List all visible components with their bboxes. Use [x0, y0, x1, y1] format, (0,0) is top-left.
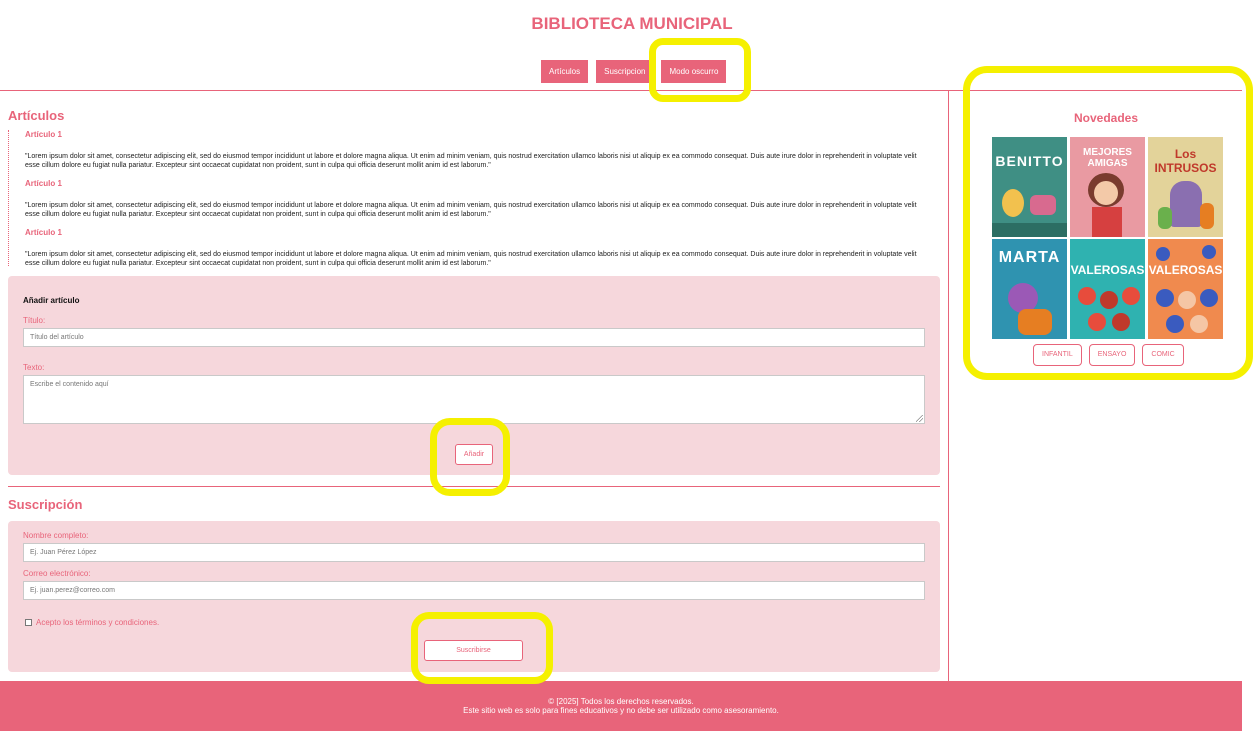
book-cover[interactable]: VALEROSAS [1070, 239, 1145, 339]
article-item: Artículo 1 "Lorem ipsum dolor sit amet, … [25, 130, 940, 179]
footer-copyright: © [2025] Todos los derechos reservados. [548, 697, 694, 706]
footer: © [2025] Todos los derechos reservados. … [0, 681, 1242, 731]
text-label: Texto: [23, 363, 45, 372]
terms-label[interactable]: Acepto los términos y condiciones. [36, 618, 159, 627]
site-title: BIBLIOTECA MUNICIPAL [531, 14, 733, 33]
article-text: "Lorem ipsum dolor sit amet, consectetur… [25, 202, 917, 218]
book-cover-title: BENITTO [995, 153, 1064, 169]
book-covers-grid: BENITTO MEJORES AMIGAS Los INTRUSOS MART… [992, 137, 1223, 339]
section-divider [8, 486, 940, 487]
book-cover[interactable]: VALEROSAS [1148, 239, 1223, 339]
subscribe-button[interactable]: Suscribirse [424, 640, 523, 661]
article-title: Artículo 1 [25, 228, 62, 237]
email-label: Correo electrónico: [23, 569, 91, 578]
article-text: "Lorem ipsum dolor sit amet, consectetur… [25, 251, 917, 267]
article-text-placeholder: Escribe el contenido aquí [30, 381, 109, 388]
category-comic-button[interactable]: COMIC [1142, 344, 1184, 366]
add-article-button[interactable]: Añadir [455, 444, 493, 465]
column-divider [948, 90, 949, 681]
category-buttons: INFANTIL ENSAYO COMIC [1033, 344, 1184, 366]
book-cover[interactable]: BENITTO [992, 137, 1067, 237]
book-cover[interactable]: MARTA [992, 239, 1067, 339]
dark-mode-button[interactable]: Modo oscurro [661, 60, 727, 83]
nav-articles-button[interactable]: Artículos [541, 60, 589, 83]
header-divider [0, 90, 1242, 91]
articles-title: Artículos [8, 108, 65, 123]
name-input[interactable]: Ej. Juan Pérez López [23, 543, 925, 562]
article-text: "Lorem ipsum dolor sit amet, consectetur… [25, 153, 917, 169]
book-cover-title: VALEROSAS [1148, 263, 1223, 277]
article-text-input[interactable]: Escribe el contenido aquí [23, 375, 925, 424]
resize-handle-icon[interactable] [916, 415, 923, 422]
article-title-input[interactable]: Título del artículo [23, 328, 925, 347]
book-cover[interactable]: MEJORES AMIGAS [1070, 137, 1145, 237]
book-cover-title: Los INTRUSOS [1154, 147, 1217, 175]
articles-list: Artículo 1 "Lorem ipsum dolor sit amet, … [8, 130, 940, 267]
main-nav: Artículos Suscripcion Modo oscurro [541, 60, 727, 83]
add-article-heading: Añadir artículo [23, 296, 80, 305]
nav-subscription-button[interactable]: Suscripcion [596, 60, 654, 83]
email-input[interactable]: Ej. juan.perez@correo.com [23, 581, 925, 600]
add-article-form: Añadir artículo Título: Título del artíc… [8, 276, 940, 475]
terms-row: Acepto los términos y condiciones. [25, 618, 159, 627]
book-cover-title: MARTA [998, 249, 1061, 266]
article-item: Artículo 1 "Lorem ipsum dolor sit amet, … [25, 179, 940, 228]
article-title: Artículo 1 [25, 179, 62, 188]
category-infantil-button[interactable]: INFANTIL [1033, 344, 1082, 366]
subscription-title: Suscripción [8, 497, 83, 512]
title-label: Título: [23, 316, 46, 325]
terms-checkbox[interactable] [25, 619, 32, 626]
book-cover-title: MEJORES AMIGAS [1083, 147, 1132, 169]
subscription-form: Nombre completo: Ej. Juan Pérez López Co… [8, 521, 940, 672]
article-title: Artículo 1 [25, 130, 62, 139]
sidebar-title: Novedades [1073, 111, 1139, 125]
footer-disclaimer: Este sitio web es solo para fines educat… [463, 706, 779, 715]
book-cover-title: VALEROSAS [1070, 263, 1145, 277]
article-item: Artículo 1 "Lorem ipsum dolor sit amet, … [25, 228, 940, 267]
category-ensayo-button[interactable]: ENSAYO [1088, 344, 1136, 366]
book-cover[interactable]: Los INTRUSOS [1148, 137, 1223, 237]
name-label: Nombre completo: [23, 531, 89, 540]
